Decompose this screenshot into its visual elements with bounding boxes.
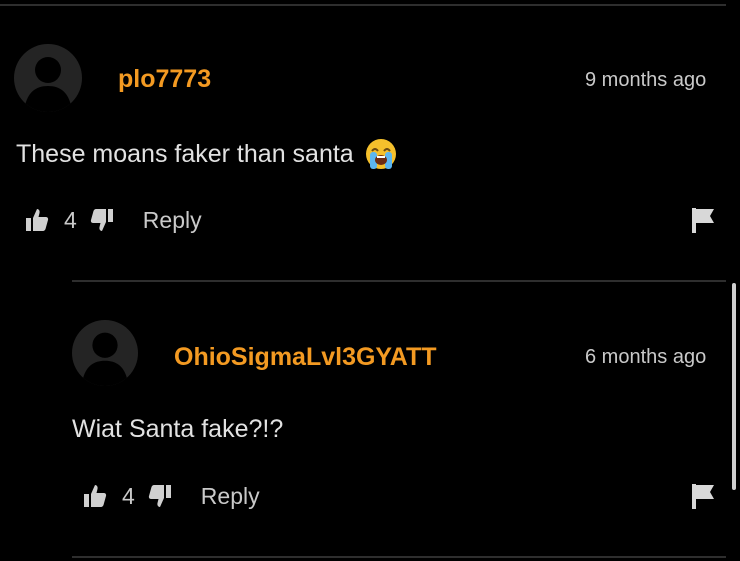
comment-username[interactable]: plo7773 — [118, 64, 211, 94]
reply-button[interactable]: Reply — [201, 482, 260, 510]
comment-body: These moans faker than santa — [16, 137, 398, 171]
comment-text: These moans faker than santa — [16, 140, 354, 168]
avatar[interactable] — [14, 44, 82, 112]
thumbs-up-icon[interactable] — [22, 205, 52, 235]
comment-text: Wiat Santa fake?!? — [72, 415, 284, 443]
like-count: 4 — [64, 207, 77, 233]
thumbs-down-icon[interactable] — [87, 205, 117, 235]
default-avatar-icon — [81, 332, 129, 386]
reply-button[interactable]: Reply — [143, 206, 202, 234]
loudly-crying-face-emoji — [364, 137, 398, 171]
scrollbar[interactable] — [732, 283, 736, 490]
comment-actions: 4 Reply — [22, 202, 202, 238]
like-count: 4 — [122, 483, 135, 509]
comment-timestamp: 6 months ago — [585, 346, 707, 368]
top-divider — [0, 4, 726, 6]
reply-divider — [72, 280, 726, 282]
comment-actions: 4 Reply — [80, 478, 260, 514]
default-avatar-icon — [24, 57, 72, 112]
comment-body: Wiat Santa fake?!? — [72, 414, 283, 444]
comment-username[interactable]: OhioSigmaLvl3GYATT — [174, 342, 437, 372]
flag-icon[interactable] — [689, 482, 717, 510]
avatar[interactable] — [72, 320, 138, 386]
thumbs-down-icon[interactable] — [145, 481, 175, 511]
bottom-divider — [72, 556, 726, 558]
comment-timestamp: 9 months ago — [585, 69, 707, 91]
flag-icon[interactable] — [689, 206, 717, 234]
thumbs-up-icon[interactable] — [80, 481, 110, 511]
